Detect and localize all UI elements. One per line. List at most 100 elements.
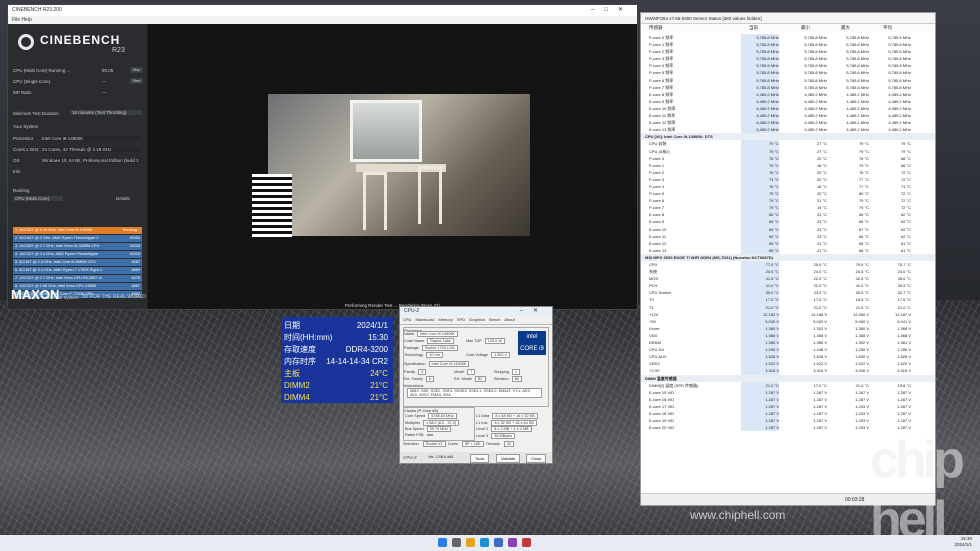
ranking-item[interactable]: 1. 24C/32T @ 3.19 GHz, Intel Core i9-149…	[13, 227, 142, 234]
sensor-row[interactable]: CPU Socket 35.0 °C 23.0 °C 35.5 °C 32.7 °C	[641, 289, 935, 297]
tab-spd[interactable]: SPD	[457, 317, 465, 322]
sensor-row[interactable]: E-core 8 65 °C 23 °C 66 °C 62 °C	[641, 211, 935, 219]
sensor-row[interactable]: E-core 10 65 °C 23 °C 67 °C 62 °C	[641, 225, 935, 233]
sensor-row[interactable]: 系统 24.0 °C 24.0 °C 24.5 °C 24.0 °C	[641, 268, 935, 276]
min-duration-select[interactable]: 10 minutes (Test Throttling)	[70, 110, 142, 115]
ranking-item[interactable]: 2. 32C/64T @ 3 GHz, AMD Ryzen Threadripp…	[13, 235, 142, 242]
sensor-row[interactable]: P-core 7 频率 5,785.8 MHz 5,785.8 MHz 5,785.8…	[641, 83, 935, 91]
edge-icon[interactable]	[480, 538, 489, 547]
sensor-row[interactable]: P-core 0 频率 5,785.8 MHz 5,785.8 MHz 5,785.8…	[641, 34, 935, 42]
sensor-row[interactable]: CPU IA核心 79 °C 27 °C 79 °C 79 °C	[641, 147, 935, 155]
sensor-section[interactable]: CPU [#0]: Intel Core i9-14900K: DTS	[641, 133, 935, 141]
sensor-row[interactable]: P-core 0 76 °C 22 °C 76 °C 68 °C	[641, 154, 935, 162]
sensor-row[interactable]: E-core 13 65 °C 21 °C 66 °C 61 °C	[641, 246, 935, 254]
sensor-row[interactable]: E-core 16 VID 1.287 V 1.287 V 1.287 V 1.287 …	[641, 395, 935, 403]
sensor-row[interactable]: CPU 封装 79 °C 27 °C 79 °C 79 °C	[641, 140, 935, 148]
sensor-row[interactable]: P-core 7 79 °C 19 °C 79 °C 72 °C	[641, 204, 935, 212]
stop-button[interactable]: Stop	[130, 67, 143, 73]
tab-graphics[interactable]: Graphics	[469, 317, 485, 322]
sensor-row[interactable]: Vcore 1.380 V 1.302 V 1.380 V 1.368 V	[641, 324, 935, 332]
sensor-row[interactable]: CPU 77.5 °C 25.0 °C 79.5 °C 75.7 °C	[641, 261, 935, 269]
sensor-row[interactable]: E-core 11 频率 4,489.2 MHz 4,489.2 MHz 4,489.…	[641, 112, 935, 120]
selection-select[interactable]: Socket #1	[422, 441, 446, 447]
start-icon[interactable]	[438, 538, 447, 547]
sensor-row[interactable]: MOS 41.5 °C 22.5 °C 42.5 °C 38.6 °C	[641, 275, 935, 283]
sensor-row[interactable]: CPU AUX 1.828 V 1.828 V 1.830 V 1.828 V	[641, 353, 935, 361]
col-min[interactable]: 最小	[801, 25, 810, 31]
sensor-section[interactable]: DIMM 温度传感器	[641, 374, 935, 382]
sensor-row[interactable]: CPU SA 1.250 V 1.248 V 1.250 V 1.250 V	[641, 346, 935, 354]
cinebench-titlebar[interactable]: CINEBENCH R23.200 –□✕	[8, 5, 637, 16]
system-clock[interactable]: 15:30 2024/1/1	[954, 536, 972, 548]
sensor-row[interactable]: +3.3V 3.316 V 3.316 V 3.336 V 3.316 V	[641, 367, 935, 375]
sensor-row[interactable]: E-core 17 VID 1.287 V 1.287 V 1.293 V 1.287 …	[641, 402, 935, 410]
sensor-row[interactable]: E-core 15 VID 1.287 V 1.287 V 1.287 V 1.287 …	[641, 388, 935, 396]
sensor-row[interactable]: +12V 12.152 V 12.188 V 12.260 V 12.187 V	[641, 310, 935, 318]
sensor-row[interactable]: VDD 1.368 V 1.368 V 1.368 V 1.368 V	[641, 331, 935, 340]
explorer-icon[interactable]	[466, 538, 475, 547]
search-icon[interactable]	[452, 538, 461, 547]
sensor-row[interactable]: P-core 4 76 °C 18 °C 77 °C 71 °C	[641, 182, 935, 191]
sensor-row[interactable]: P-core 2 频率 5,785.8 MHz 5,785.8 MHz 5,785.8…	[641, 48, 935, 56]
validate-button[interactable]: Validate	[496, 454, 521, 463]
cinebench-menubar[interactable]: File Help	[8, 16, 637, 24]
tab-cpu[interactable]: CPU	[403, 317, 411, 322]
sensor-row[interactable]: P-core 1 频率 5,785.8 MHz 5,785.8 MHz 5,785.8…	[641, 41, 935, 49]
col-max[interactable]: 最大	[841, 25, 850, 31]
cinebench-taskbar-icon[interactable]	[494, 538, 503, 547]
sensor-row[interactable]: DIMM[2] 温度 (SPD 传感器) 21.0 °C 17.0 °C 21.0 °…	[641, 381, 935, 389]
ranking-select[interactable]: CPU (Multi Core)	[13, 196, 63, 201]
sensor-row[interactable]: P-core 3 频率 5,785.8 MHz 5,785.8 MHz 5,785.8…	[641, 55, 935, 63]
sensor-row[interactable]: T1 21.0 °C 21.0 °C 21.5 °C 21.0 °C	[641, 303, 935, 311]
sensor-row[interactable]: VDD2 1.522 V 1.522 V 1.522 V 1.522 V	[641, 360, 935, 368]
cpuz-taskbar-icon[interactable]	[522, 538, 531, 547]
hwinfo-titlebar[interactable]: HWiNFO64 v7.68-5300 Sensor Status [382 v…	[641, 13, 935, 24]
sensor-row[interactable]: E-core 18 VID 1.287 V 1.287 V 1.293 V 1.287 …	[641, 409, 935, 418]
sensor-row[interactable]: +5V 5.040 V 5.020 V 5.060 V 5.041 V	[641, 317, 935, 325]
ranking-details-button[interactable]: Details	[116, 196, 130, 201]
sensor-row[interactable]: E-core 9 65 °C 23 °C 66 °C 62 °C	[641, 218, 935, 226]
sensor-row[interactable]: E-core 13 频率 4,489.2 MHz 4,489.2 MHz 4,489.…	[641, 126, 935, 134]
col-current[interactable]: 当前	[749, 25, 758, 31]
cpuz-window-controls[interactable]: –✕	[520, 307, 548, 316]
sensor-row[interactable]: E-core 12 频率 4,489.2 MHz 4,489.2 MHz 4,489.…	[641, 119, 935, 127]
window-controls[interactable]: –□✕	[591, 5, 633, 16]
start-button[interactable]: Start	[130, 78, 143, 84]
tab-memory[interactable]: Memory	[438, 317, 452, 322]
sensor-row[interactable]: P-core 2 76 °C 20 °C 76 °C 72 °C	[641, 168, 935, 176]
ranking-item[interactable]: 5. 8C/16T @ 2.3 GHz, Intel Core i9-9880H…	[13, 259, 142, 266]
hwinfo-sensor-table[interactable]: P-core 0 频率 5,785.8 MHz 5,785.8 MHz 5,785.8…	[641, 34, 935, 432]
sensor-row[interactable]: P-core 3 74 °C 20 °C 77 °C 72 °C	[641, 175, 935, 183]
col-sensor[interactable]: 传感器	[649, 25, 663, 31]
tab-about[interactable]: About	[504, 317, 514, 322]
ranking-item[interactable]: 4. 16C/32T @ 3.4 GHz, AMD Ryzen Threadri…	[13, 251, 142, 258]
sensor-section[interactable]: MSI MPG Z690 EDGE TI WIFI DDR4 (MS-7D31)…	[641, 253, 935, 261]
sensor-row[interactable]: P-core 1 79 °C 18 °C 79 °C 66 °C	[641, 161, 935, 169]
close-button[interactable]: Close	[526, 454, 547, 463]
sensor-row[interactable]: P-core 6 79 °C 21 °C 79 °C 72 °C	[641, 197, 935, 205]
hwinfo-taskbar-icon[interactable]	[508, 538, 517, 547]
sensor-row[interactable]: P-core 4 频率 5,785.8 MHz 5,785.8 MHz 5,785.8…	[641, 62, 935, 70]
cpuz-titlebar[interactable]: CPU-Z –✕	[400, 307, 552, 316]
col-avg[interactable]: 平均	[883, 25, 892, 31]
sensor-row[interactable]: E-core 9 频率 4,489.2 MHz 4,489.2 MHz 4,489.2…	[641, 97, 935, 105]
ranking-item[interactable]: 3. 24C/48T @ 2.7 GHz, Intel Xeon W-3265M…	[13, 243, 142, 250]
sensor-row[interactable]: E-core 12 65 °C 21 °C 66 °C 61 °C	[641, 239, 935, 247]
tab-mainboard[interactable]: Mainboard	[415, 317, 434, 322]
sensor-row[interactable]: PCH 41.0 °C 22.0 °C 41.0 °C 35.5 °C	[641, 282, 935, 290]
cinebench-window[interactable]: CINEBENCH R23.200 –□✕ File Help CINEBENC…	[7, 4, 638, 310]
sensor-row[interactable]: T0 17.5 °C 17.5 °C 18.5 °C 17.6 °C	[641, 296, 935, 304]
ranking-item[interactable]: 6. 8C/16T @ 3.4 GHz, AMD Ryzen 7 1700X E…	[13, 267, 142, 274]
sensor-row[interactable]: E-core 8 频率 4,489.2 MHz 4,489.2 MHz 4,489.2…	[641, 90, 935, 98]
tools-button[interactable]: Tools	[470, 454, 490, 463]
sensor-row[interactable]: DRAM 1.380 V 1.380 V 1.392 V 1.381 V	[641, 339, 935, 347]
tab-bench[interactable]: Bench	[489, 317, 500, 322]
sensor-row[interactable]: P-core 5 79 °C 20 °C 80 °C 72 °C	[641, 190, 935, 198]
cpuz-window[interactable]: CPU-Z –✕ CPU Mainboard Memory SPD Graphics Be…	[399, 306, 553, 464]
ranking-item[interactable]: 7. 12C/24T @ 2.7 GHz, Intel Xeon CPU E5-…	[13, 275, 142, 282]
sensor-row[interactable]: E-core 11 65 °C 23 °C 66 °C 62 °C	[641, 232, 935, 240]
sensor-row[interactable]: E-core 10 频率 4,489.2 MHz 4,489.2 MHz 4,489.…	[641, 104, 935, 113]
sensor-row[interactable]: E-core 19 VID 1.287 V 1.287 V 1.293 V 1.287 …	[641, 417, 935, 425]
sensor-row[interactable]: P-core 6 频率 5,785.8 MHz 5,785.8 MHz 5,785.8…	[641, 76, 935, 84]
sensor-row[interactable]: P-core 5 频率 5,785.8 MHz 5,785.8 MHz 5,785.8…	[641, 69, 935, 77]
